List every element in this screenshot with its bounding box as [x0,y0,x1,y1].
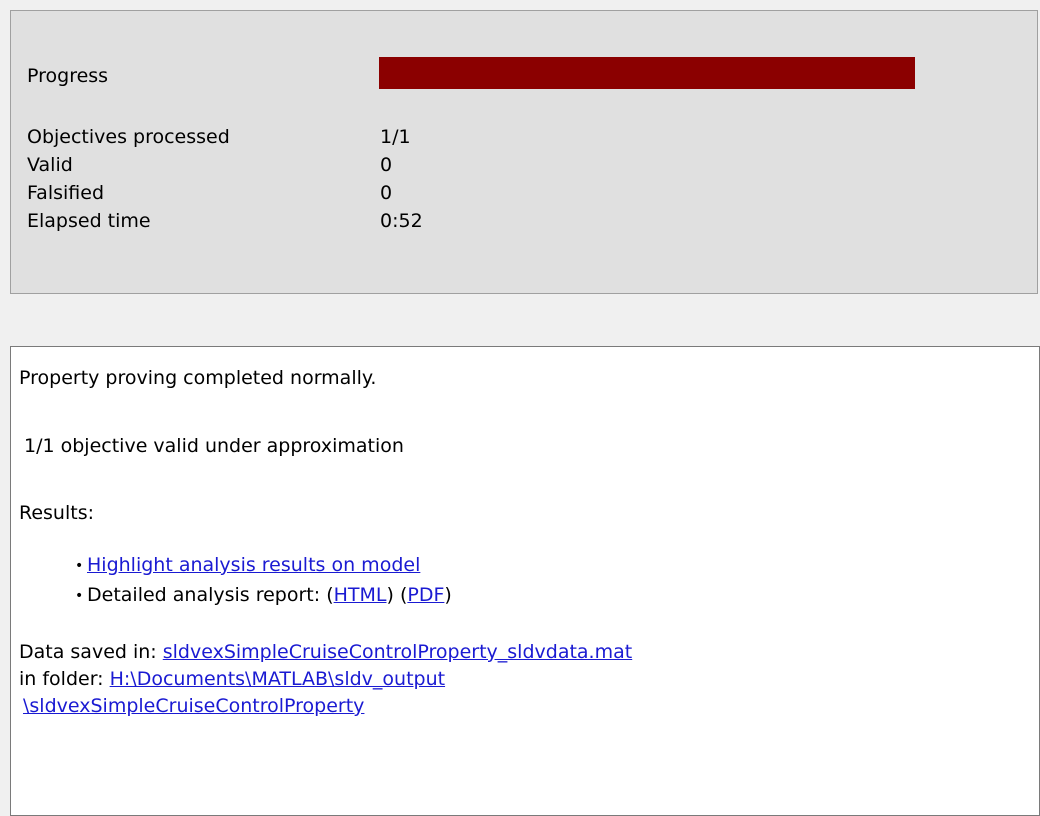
data-file-link[interactable]: sldvexSimpleCruiseControlProperty_sldvda… [163,641,632,663]
folder-line: in folder: H:\Documents\MATLAB\sldv_outp… [19,667,445,691]
results-heading: Results: [19,502,95,524]
stat-label: Elapsed time [27,210,151,232]
folder-link-continued[interactable]: \sldvexSimpleCruiseControlProperty [23,695,364,717]
objective-summary: 1/1 objective valid under approximation [24,435,404,457]
stat-value: 0 [380,154,393,176]
progress-bar [379,57,915,89]
progress-status-panel: Progress Objectives processed 1/1 Valid … [10,10,1038,294]
report-suffix: ) [444,584,452,606]
stat-row-elapsed-time: Elapsed time 0:52 [27,207,827,235]
bullet-icon: • [75,558,84,574]
pdf-report-link[interactable]: PDF [407,584,444,606]
stats-list: Objectives processed 1/1 Valid 0 Falsifi… [27,123,827,235]
progress-bar-fill [379,57,915,89]
folder-line-continued: \sldvexSimpleCruiseControlProperty [23,694,364,718]
progress-label: Progress [27,65,109,87]
results-panel: Property proving completed normally. 1/1… [10,346,1040,816]
stat-row-falsified: Falsified 0 [27,179,827,207]
progress-row: Progress [27,57,1027,97]
status-message: Property proving completed normally. [19,367,377,389]
folder-prefix: in folder: [19,668,110,690]
folder-link[interactable]: H:\Documents\MATLAB\sldv_output [110,668,445,690]
stat-label: Valid [27,154,73,176]
data-saved-line: Data saved in: sldvexSimpleCruiseControl… [19,640,632,664]
report-middle: ) ( [386,584,408,606]
stat-label: Falsified [27,182,105,204]
result-item-highlight: • Highlight analysis results on model [75,553,420,578]
stat-value: 0 [380,182,393,204]
data-saved-prefix: Data saved in: [19,641,163,663]
highlight-results-link[interactable]: Highlight analysis results on model [87,554,420,576]
stat-row-objectives-processed: Objectives processed 1/1 [27,123,827,151]
html-report-link[interactable]: HTML [334,584,387,606]
report-prefix: Detailed analysis report: ( [87,584,334,606]
stat-label: Objectives processed [27,126,230,148]
stat-value: 0:52 [380,210,423,232]
result-item-report: • Detailed analysis report: (HTML) (PDF) [75,583,452,608]
bullet-icon: • [75,588,84,604]
stat-value: 1/1 [380,126,411,148]
stat-row-valid: Valid 0 [27,151,827,179]
